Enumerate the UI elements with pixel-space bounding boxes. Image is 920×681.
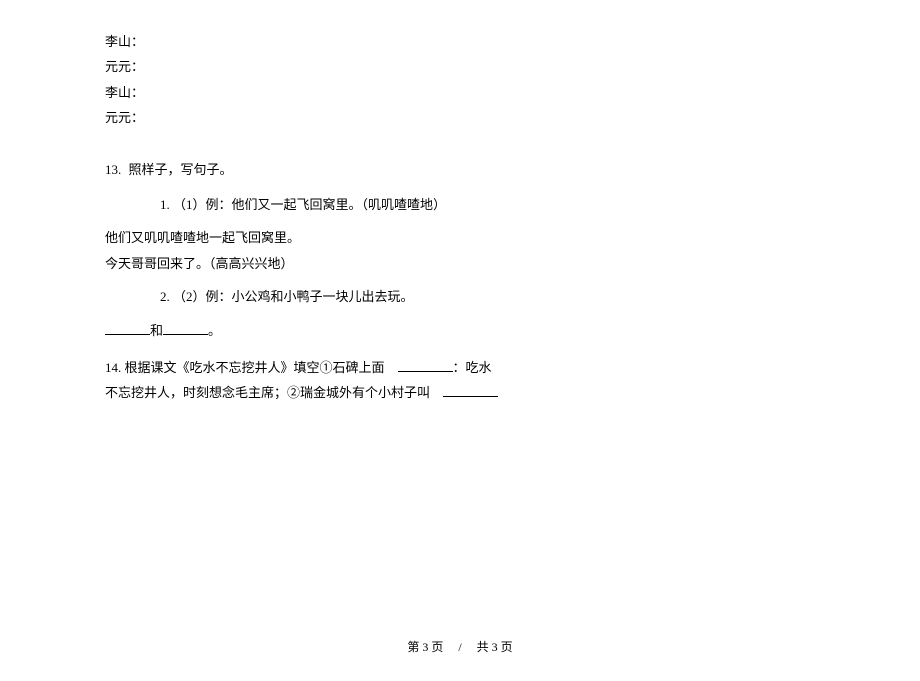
sub2-number: 2. [160, 289, 170, 304]
fill-end: 。 [208, 323, 221, 338]
question-13-sub1: 1. （1）例：他们又一起飞回窝里。（叽叽喳喳地） [105, 193, 815, 216]
footer-page-total: 共 3 页 [477, 640, 513, 654]
blank-4[interactable] [443, 383, 498, 397]
blank-1[interactable] [105, 321, 150, 335]
sub1-label: （1）例：他们又一起飞回窝里。（叽叽喳喳地） [173, 197, 446, 212]
question-13-number: 13. [105, 162, 121, 177]
fill-and: 和 [150, 323, 163, 338]
blank-3[interactable] [398, 358, 453, 372]
question-14: 14. 根据课文《吃水不忘挖井人》填空①石碑上面 ：吃水 不忘挖井人，时刻想念毛… [105, 356, 815, 405]
q14-part1: 根据课文《吃水不忘挖井人》填空①石碑上面 [125, 360, 385, 375]
q14-part3: 不忘挖井人，时刻想念毛主席；②瑞金城外有个小村子叫 [105, 385, 430, 400]
q13-fill-blank: 和。 [105, 319, 815, 342]
q13-line1: 他们又叽叽喳喳地一起飞回窝里。 [105, 226, 815, 249]
footer-page-current: 第 3 页 [407, 640, 443, 654]
page-footer: 第 3 页 / 共 3 页 [0, 637, 920, 659]
question-13-title: 照样子，写句子。 [129, 162, 233, 177]
question-13: 13. 照样子，写句子。 [105, 158, 815, 181]
q14-line2: 不忘挖井人，时刻想念毛主席；②瑞金城外有个小村子叫 [105, 381, 815, 404]
page-content: 李山： 元元： 李山： 元元： 13. 照样子，写句子。 1. （1）例：他们又… [0, 0, 920, 405]
name-line-4: 元元： [105, 106, 815, 129]
question-14-number: 14. [105, 360, 121, 375]
footer-separator: / [458, 640, 461, 654]
sub1-number: 1. [160, 197, 170, 212]
blank-2[interactable] [163, 321, 208, 335]
question-13-sub2: 2. （2）例：小公鸡和小鸭子一块儿出去玩。 [105, 285, 815, 308]
q14-part2: ：吃水 [453, 360, 492, 375]
name-line-2: 元元： [105, 55, 815, 78]
sub2-label: （2）例：小公鸡和小鸭子一块儿出去玩。 [173, 289, 414, 304]
q13-line2: 今天哥哥回来了。（高高兴兴地） [105, 252, 815, 275]
name-line-1: 李山： [105, 30, 815, 53]
name-line-3: 李山： [105, 81, 815, 104]
